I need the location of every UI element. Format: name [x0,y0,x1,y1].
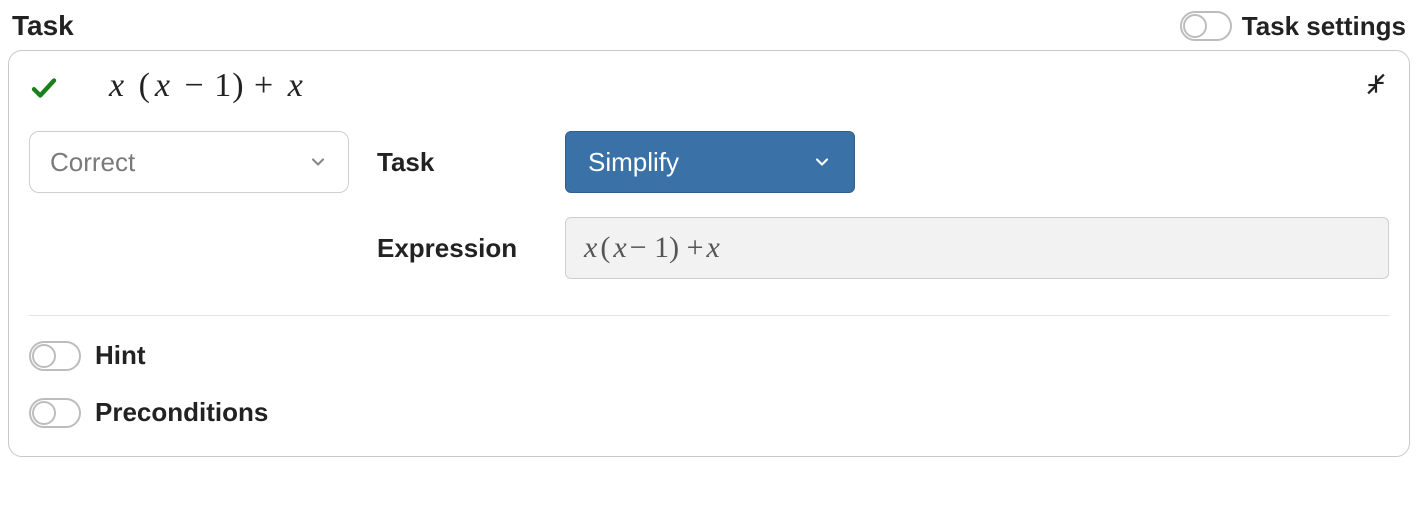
page-title: Task [12,10,74,42]
task-settings-toggle[interactable] [1180,11,1232,41]
check-icon [29,73,85,103]
hint-row: Hint [29,340,1389,371]
preconditions-label: Preconditions [95,397,268,428]
chevron-down-icon [812,152,832,172]
hint-label: Hint [95,340,146,371]
task-label: Task [377,147,537,178]
task-header-row: x (x − 1) + x [29,67,1389,105]
collapse-icon[interactable] [1349,71,1389,97]
toggle-knob [32,344,56,368]
expression-input[interactable]: x(x − 1) + x [565,217,1389,279]
preconditions-toggle[interactable] [29,398,81,428]
status-select-value: Correct [50,147,135,178]
task-settings-group: Task settings [1180,11,1406,42]
chevron-down-icon [308,152,328,172]
task-fields-grid: Correct Task Simplify Expression x(x − 1… [29,131,1389,279]
hint-toggle[interactable] [29,341,81,371]
status-select[interactable]: Correct [29,131,349,193]
task-settings-label: Task settings [1242,11,1406,42]
divider [29,315,1389,316]
task-panel: x (x − 1) + x Correct Task Simplify [8,50,1410,457]
toggle-knob [1183,14,1207,38]
task-type-select[interactable]: Simplify [565,131,855,193]
task-type-select-value: Simplify [588,147,679,178]
preconditions-row: Preconditions [29,397,1389,428]
header-bar: Task Task settings [8,10,1410,50]
task-header-expression: x (x − 1) + x [109,67,1325,105]
toggle-knob [32,401,56,425]
expression-label: Expression [377,233,537,264]
